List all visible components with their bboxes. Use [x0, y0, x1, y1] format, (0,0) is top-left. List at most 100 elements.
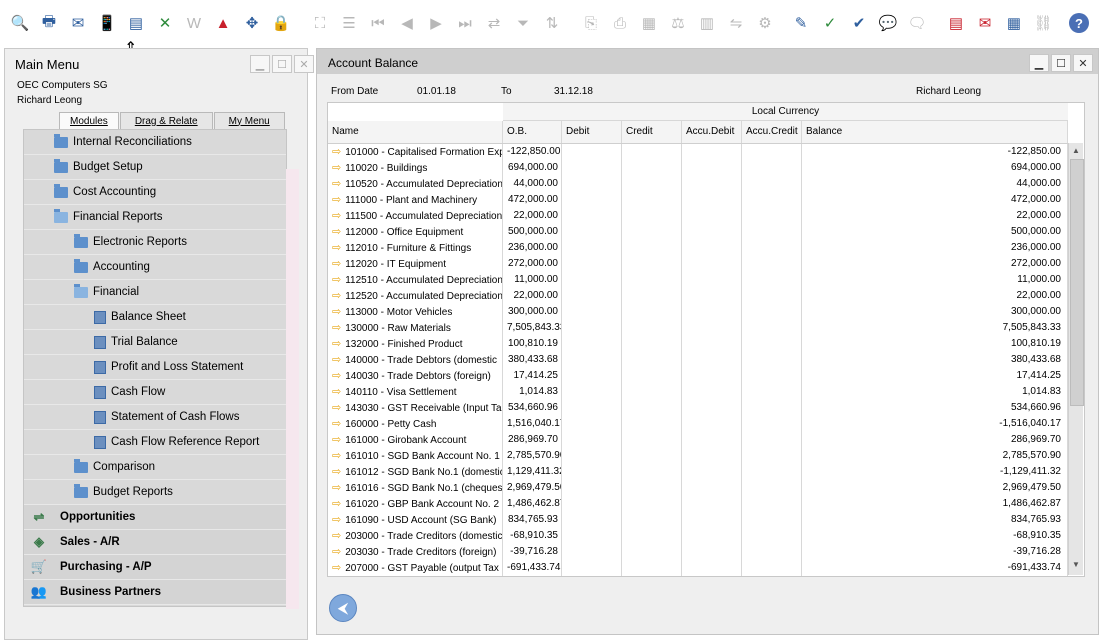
link-arrow-icon[interactable]: ⇨ — [332, 370, 341, 382]
link-arrow-icon[interactable]: ⇨ — [332, 482, 341, 494]
word-icon[interactable]: W — [183, 12, 205, 34]
table-row[interactable]: ⇨ 113000 - Motor Vehicles 300,000.00 300,00… — [328, 304, 1068, 320]
tree-item[interactable]: Electronic Reports — [24, 230, 286, 255]
table-row[interactable]: ⇨ 130000 - Raw Materials 7,505,843.33 7,505… — [328, 320, 1068, 336]
table-row[interactable]: ⇨ 132000 - Finished Product 100,810.19 100,… — [328, 336, 1068, 352]
print-preview-icon[interactable]: 🔍 — [9, 12, 31, 34]
table-row[interactable]: ⇨ 101000 - Capitalised Formation Exp -122,… — [328, 144, 1068, 160]
last-record-icon[interactable]: ⏭ — [454, 12, 476, 34]
module-item[interactable]: 🛒 Purchasing - A/P — [24, 555, 286, 580]
excel-icon[interactable]: ✕ — [154, 12, 176, 34]
grid-scroll-thumb[interactable] — [1070, 159, 1084, 406]
form-settings-icon[interactable]: ☰ — [338, 12, 360, 34]
table-row[interactable]: ⇨ 140030 - Trade Debtors (foreign) 17,414.… — [328, 368, 1068, 384]
tree-item[interactable]: Budget Reports — [24, 480, 286, 505]
payment-means-icon[interactable]: ▥ — [696, 12, 718, 34]
link-arrow-icon[interactable]: ⇨ — [332, 162, 341, 174]
sms-icon[interactable]: 📱 — [96, 12, 118, 34]
tree-item[interactable]: Internal Reconciliations — [24, 130, 286, 155]
table-row[interactable]: ⇨ 207000 - GST Payable (output Tax -691,43… — [328, 560, 1068, 576]
grid-scrollbar[interactable]: ▲ ▼ — [1068, 143, 1084, 575]
link-arrow-icon[interactable]: ⇨ — [332, 562, 341, 574]
table-row[interactable]: ⇨ 203000 - Trade Creditors (domestic -68,9… — [328, 528, 1068, 544]
message-icon[interactable]: ✔ — [848, 12, 870, 34]
tab-drag-relate[interactable]: Drag & Relate — [119, 112, 213, 129]
link-arrow-icon[interactable]: ⇨ — [332, 402, 341, 414]
tree-item[interactable]: Statement of Cash Flows — [24, 405, 286, 430]
col-balance[interactable]: Balance — [802, 121, 1068, 143]
alert-icon[interactable]: 💬 — [877, 12, 899, 34]
gross-profit-icon[interactable]: ▦ — [638, 12, 660, 34]
link-arrow-icon[interactable]: ⇨ — [332, 322, 341, 334]
module-item[interactable]: ◈ Sales - A/R — [24, 530, 286, 555]
link-arrow-icon[interactable]: ⇨ — [332, 450, 341, 462]
first-record-icon[interactable]: ⏮ — [367, 12, 389, 34]
link-arrow-icon[interactable]: ⇨ — [332, 354, 341, 366]
lock-icon[interactable]: 🔒 — [270, 12, 292, 34]
link-arrow-icon[interactable]: ⇨ — [332, 530, 341, 542]
link-arrow-icon[interactable]: ⇨ — [332, 466, 341, 478]
filter-icon[interactable]: ⏷ — [512, 12, 534, 34]
target-document-icon[interactable]: ⎙ — [609, 12, 631, 34]
table-row[interactable]: ⇨ 112510 - Accumulated Depreciation 11,000… — [328, 272, 1068, 288]
link-arrow-icon[interactable]: ⇨ — [332, 146, 341, 158]
table-row[interactable]: ⇨ 111000 - Plant and Machinery 472,000.00 4… — [328, 192, 1068, 208]
link-arrow-icon[interactable]: ⇨ — [332, 306, 341, 318]
module-item[interactable]: ⇌ Opportunities — [24, 505, 286, 530]
link-arrow-icon[interactable]: ⇨ — [332, 258, 341, 270]
help-icon[interactable]: ? — [1068, 12, 1090, 34]
exchange-rate-icon[interactable]: ⇋ — [725, 12, 747, 34]
exchange-icon[interactable]: ⛓ — [1032, 12, 1054, 34]
table-row[interactable]: ⇨ 161016 - SGD Bank No.1 (cheques 2,969,47… — [328, 480, 1068, 496]
link-arrow-icon[interactable]: ⇨ — [332, 386, 341, 398]
table-row[interactable]: ⇨ 161000 - Girobank Account 286,969.70 286,… — [328, 432, 1068, 448]
table-row[interactable]: ⇨ 110520 - Accumulated Depreciation 44,000… — [328, 176, 1068, 192]
table-row[interactable]: ⇨ 112000 - Office Equipment 500,000.00 500,… — [328, 224, 1068, 240]
table-row[interactable]: ⇨ 203030 - Trade Creditors (foreign) -39,7… — [328, 544, 1068, 560]
maximize-icon[interactable]: ☐ — [272, 55, 292, 73]
outgoing-mail-icon[interactable]: ▤ — [945, 12, 967, 34]
scroll-down-icon[interactable]: ▼ — [1069, 559, 1083, 571]
minimize-icon[interactable]: ▁ — [250, 55, 270, 73]
fax-icon[interactable]: ▤ — [125, 12, 147, 34]
link-arrow-icon[interactable]: ⇨ — [332, 194, 341, 206]
link-arrow-icon[interactable]: ⇨ — [332, 418, 341, 430]
approve-icon[interactable]: ✓ — [819, 12, 841, 34]
settings-icon[interactable]: ⚙ — [754, 12, 776, 34]
find-icon[interactable]: ⛶ — [309, 12, 331, 34]
col-debit[interactable]: Debit — [562, 121, 622, 143]
calculator-icon[interactable]: ✉ — [974, 12, 996, 34]
tree-item[interactable]: Budget Setup — [24, 155, 286, 180]
link-arrow-icon[interactable]: ⇨ — [332, 210, 341, 222]
scroll-up-icon[interactable]: ▲ — [1069, 145, 1083, 157]
maximize-icon[interactable]: ☐ — [1051, 54, 1071, 72]
link-arrow-icon[interactable]: ⇨ — [332, 498, 341, 510]
table-row[interactable]: ⇨ 112010 - Furniture & Fittings 236,000.00… — [328, 240, 1068, 256]
table-row[interactable]: ⇨ 110020 - Buildings 694,000.00 694,000.00 — [328, 160, 1068, 176]
link-arrow-icon[interactable]: ⇨ — [332, 178, 341, 190]
tab-my-menu[interactable]: My Menu — [213, 112, 285, 129]
draft-icon[interactable]: ✎ — [790, 12, 812, 34]
tree-item[interactable]: Financial Reports — [24, 205, 286, 230]
link-arrow-icon[interactable]: ⇨ — [332, 242, 341, 254]
calendar-icon[interactable]: 🗨 — [906, 12, 928, 34]
col-ob[interactable]: O.B. — [503, 121, 562, 143]
launch-app-icon[interactable]: ✥ — [241, 12, 263, 34]
col-name[interactable]: Name — [328, 121, 503, 143]
table-row[interactable]: ⇨ 161010 - SGD Bank Account No. 1 2,785,57… — [328, 448, 1068, 464]
refresh-icon[interactable]: ⇄ — [483, 12, 505, 34]
close-icon[interactable]: ✕ — [294, 55, 314, 73]
table-row[interactable]: ⇨ 143030 - GST Receivable (Input Ta 534,66… — [328, 400, 1068, 416]
col-accu-debit[interactable]: Accu.Debit — [682, 121, 742, 143]
tree-item[interactable]: Cost Accounting — [24, 180, 286, 205]
table-row[interactable]: ⇨ 161012 - SGD Bank No.1 (domestic 1,129,4… — [328, 464, 1068, 480]
col-accu-credit[interactable]: Accu.Credit — [742, 121, 802, 143]
table-row[interactable]: ⇨ 140000 - Trade Debtors (domestic 380,433… — [328, 352, 1068, 368]
print-icon[interactable]: 🖶 — [38, 12, 60, 34]
pdf-icon[interactable]: ▲ — [212, 12, 234, 34]
table-row[interactable]: ⇨ 161020 - GBP Bank Account No. 2 1,486,46… — [328, 496, 1068, 512]
table-row[interactable]: ⇨ 161090 - USD Account (SG Bank) 834,765.9… — [328, 512, 1068, 528]
tree-item[interactable]: Balance Sheet — [24, 305, 286, 330]
volume-weight-icon[interactable]: ⚖ — [667, 12, 689, 34]
table-row[interactable]: ⇨ 111500 - Accumulated Depreciation 22,000… — [328, 208, 1068, 224]
